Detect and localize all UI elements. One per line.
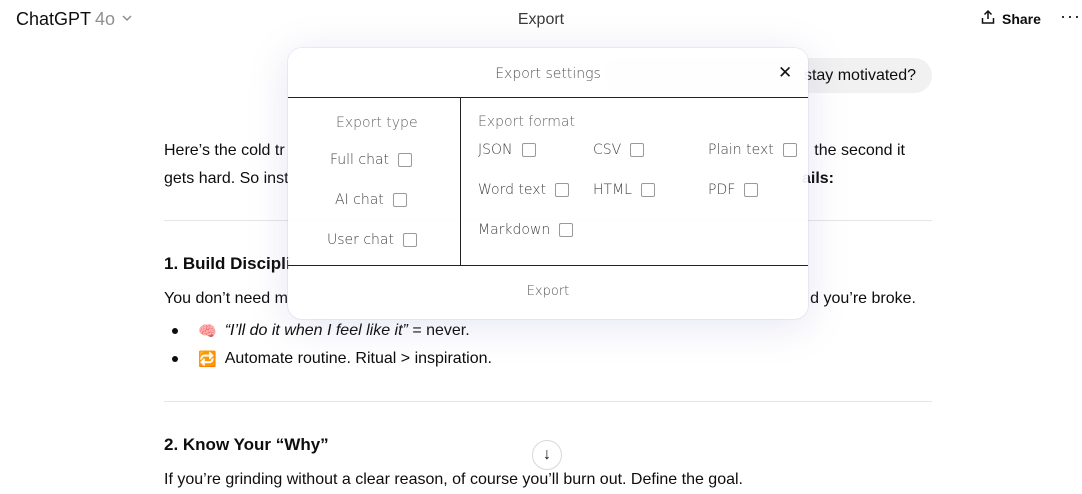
format-plain-text[interactable]: Plain text [708,142,797,158]
option-label: AI chat [335,192,384,208]
export-type-title: Export type [336,115,418,131]
user-chat-checkbox[interactable] [403,233,417,247]
bullet-dot [172,356,178,362]
intro-line1-left: Here’s the cold tr [164,142,285,159]
option-label: PDF [708,182,736,198]
intro-line1-right: the second it [814,142,905,159]
option-label: Markdown [478,222,551,238]
section1-heading: 1. Build Discipli [164,254,291,273]
full-chat-checkbox[interactable] [398,153,413,167]
bullet-text: Automate routine. Ritual > inspiration. [224,350,492,367]
csv-checkbox[interactable] [630,143,645,157]
intro-line2-left: gets hard. So inst [164,170,289,187]
modal-divider-top [288,97,808,98]
close-icon[interactable]: ✕ [778,63,792,83]
section1-text-left: You don’t need m [164,290,288,307]
format-markdown[interactable]: Markdown [478,222,574,238]
html-checkbox[interactable] [640,183,655,197]
json-checkbox[interactable] [521,143,536,157]
scroll-down-button[interactable]: ↓ [532,440,562,470]
export-type-ai-chat[interactable]: AI chat [335,192,407,208]
format-word-text[interactable]: Word text [478,182,570,198]
format-csv[interactable]: CSV [593,142,645,158]
export-button[interactable]: Export [288,284,808,299]
format-html[interactable]: HTML [593,182,655,198]
option-label: Plain text [708,142,774,158]
modal-title: Export settings [495,66,601,82]
list-item: 🔁 Automate routine. Ritual > inspiration… [172,350,492,368]
section1-text-right: d you’re broke. [810,290,916,307]
bullet-italic-text: “I’ll do it when I feel like it” [224,322,408,339]
format-pdf[interactable]: PDF [708,182,759,198]
more-options-icon[interactable]: ··· [1060,6,1081,27]
word-text-checkbox[interactable] [555,183,570,197]
top-bar: ChatGPT 4o Export Share ··· [0,0,1082,40]
section-divider [164,401,932,402]
share-label: Share [1002,10,1041,27]
user-message-text: stay motivated? [803,66,916,84]
repeat-emoji-icon: 🔁 [198,351,217,368]
option-label: HTML [593,182,632,198]
arrow-down-icon: ↓ [543,446,551,463]
format-json[interactable]: JSON [478,142,536,158]
export-type-user-chat[interactable]: User chat [327,232,417,248]
share-icon [980,9,996,28]
option-label: JSON [478,142,513,158]
export-settings-modal: Export settings ✕ Export type Full chat … [288,48,808,319]
option-label: Word text [478,182,547,198]
modal-divider-bottom [288,265,808,266]
page-title: Export [517,11,565,28]
export-format-title: Export format [478,114,575,130]
pdf-checkbox[interactable] [744,183,759,197]
section2-text: If you’re grinding without a clear reaso… [164,471,743,488]
bullet-text: = never. [407,322,470,339]
export-type-full-chat[interactable]: Full chat [330,152,413,168]
brain-emoji-icon: 🧠 [198,323,217,340]
bullet-dot [172,328,178,334]
option-label: CSV [593,142,622,158]
plain-text-checkbox[interactable] [782,143,797,157]
markdown-checkbox[interactable] [559,223,574,237]
option-label: User chat [327,232,394,248]
section2-heading: 2. Know Your “Why” [164,435,329,454]
option-label: Full chat [330,152,390,168]
ai-chat-checkbox[interactable] [392,193,407,207]
list-item: 🧠 “I’ll do it when I feel like it” = nev… [172,322,470,340]
modal-divider-vertical [460,97,461,265]
share-button[interactable]: Share [980,9,1041,28]
